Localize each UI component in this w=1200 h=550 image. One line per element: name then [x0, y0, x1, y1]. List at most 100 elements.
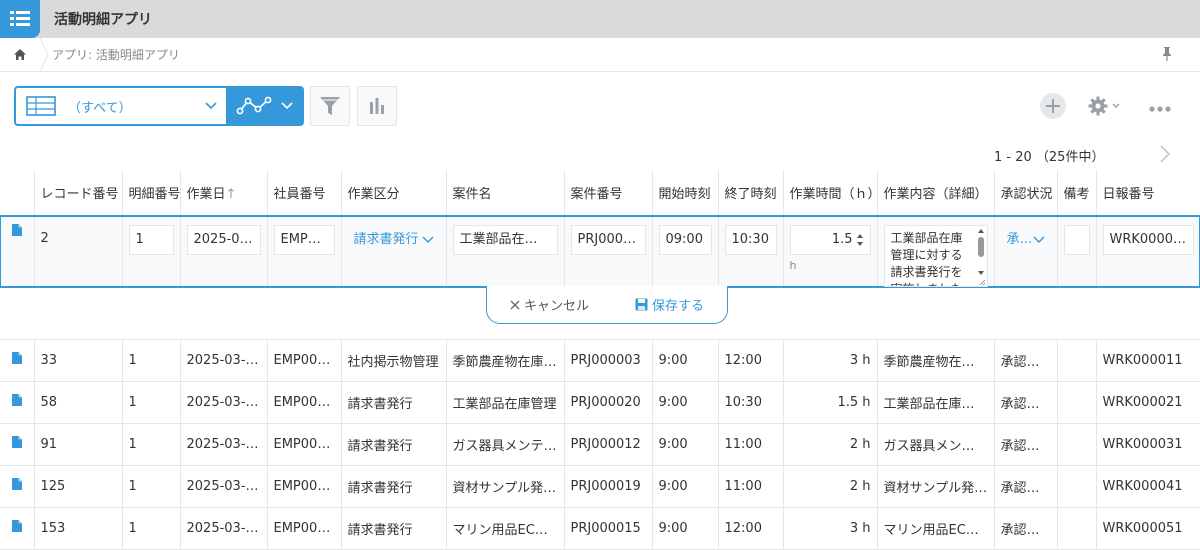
approval-value: 承…: [1006, 231, 1033, 247]
add-record-button[interactable]: [1039, 92, 1067, 124]
column-header-date[interactable]: 作業日↑: [180, 170, 268, 217]
report-number: WRK000051: [1096, 507, 1200, 550]
settings-button[interactable]: [1088, 96, 1124, 120]
record-detail-cell[interactable]: [0, 423, 35, 466]
start-time: 9:00: [652, 423, 719, 466]
breadcrumb-app-link[interactable]: アプリ: 活動明細アプリ: [52, 46, 180, 63]
document-icon: [11, 352, 22, 364]
work-category: 社内掲示物管理: [341, 339, 447, 382]
employee-number: EMP000…: [267, 465, 342, 508]
employee-number: EMP000…: [267, 381, 342, 424]
column-header[interactable]: 作業内容（詳細）: [877, 170, 995, 217]
project-name: ガス器具メンテナ…: [446, 423, 565, 466]
start-time-input[interactable]: 09:00: [658, 224, 712, 255]
filter-icon: [320, 97, 340, 115]
save-label: 保存する: [651, 299, 704, 314]
spinner-icon[interactable]: [856, 233, 864, 247]
record-number: 91: [34, 423, 123, 466]
document-icon: [11, 478, 22, 490]
column-header[interactable]: 承認状況: [994, 170, 1058, 217]
note: [1057, 507, 1097, 550]
more-icon: [1149, 106, 1171, 112]
cancel-button[interactable]: キャンセル: [510, 295, 589, 314]
project-number-input[interactable]: PRJ000020: [570, 224, 646, 255]
project-number-cell: PRJ000020: [564, 216, 653, 288]
record-number: 33: [34, 339, 123, 382]
column-header[interactable]: 社員番号: [267, 170, 342, 217]
graph-button[interactable]: [357, 86, 397, 126]
plus-icon: [1040, 93, 1066, 119]
start-time: 9:00: [652, 465, 719, 508]
category-dropdown[interactable]: 請求書発行: [348, 225, 440, 255]
next-page-icon[interactable]: [1158, 144, 1172, 164]
more-options-button[interactable]: [1148, 102, 1172, 117]
column-header[interactable]: 作業時間（ｈ）: [783, 170, 878, 217]
detail-number: 1: [122, 507, 181, 550]
document-icon: [11, 394, 22, 406]
detail-number: 1: [122, 423, 181, 466]
home-icon[interactable]: [0, 38, 40, 72]
work-date-input[interactable]: 2025-03-03: [186, 224, 261, 255]
column-header[interactable]: 日報番号: [1096, 170, 1200, 217]
report-number-input[interactable]: WRK000001: [1102, 224, 1194, 255]
record-detail-cell[interactable]: [0, 216, 35, 288]
table-row[interactable]: 33 1 2025-03-04 EMP000… 社内掲示物管理 季節農産物在庫管理 PRJ0…: [0, 339, 1200, 382]
save-button[interactable]: 保存する: [635, 295, 704, 314]
table-row[interactable]: 153 1 2025-03-10 EMP000… 請求書発行 マリン用品EC向… PRJ00…: [0, 507, 1200, 550]
work-detail: 資材サンプル発送…: [877, 465, 995, 508]
end-time: 10:30: [718, 381, 784, 424]
project-number: PRJ000003: [564, 339, 653, 382]
work-hours: 3 h: [783, 507, 878, 550]
start-time-cell: 09:00: [652, 216, 719, 288]
employee-number: EMP000…: [267, 507, 342, 550]
chevron-down-icon: [205, 102, 217, 110]
record-number: 125: [34, 465, 123, 508]
graph-selector-button[interactable]: [226, 86, 304, 126]
view-selector[interactable]: （すべて）: [14, 86, 226, 126]
column-header[interactable]: 明細番号: [122, 170, 181, 217]
work-detail-textarea[interactable]: 工業部品在庫管理に対する請求書発行を実施しました: [883, 224, 988, 286]
employee-input[interactable]: EMP00…: [273, 224, 335, 255]
close-icon: [510, 300, 520, 309]
note-input[interactable]: [1063, 224, 1090, 255]
column-header[interactable]: 案件番号: [564, 170, 653, 217]
column-header[interactable]: レコード番号: [34, 170, 123, 217]
work-hours-input[interactable]: 1.5: [789, 224, 871, 255]
chevron-down-icon: [1033, 236, 1044, 243]
table-row[interactable]: 125 1 2025-03-07 EMP000… 請求書発行 資材サンプル発送… PRJ00…: [0, 465, 1200, 508]
work-date: 2025-03-06: [180, 423, 268, 466]
employee-number: EMP000…: [267, 423, 342, 466]
project-input[interactable]: 工業部品在庫管理: [452, 224, 558, 255]
report-number: WRK000041: [1096, 465, 1200, 508]
pagination-count: 1 - 20 （25件中）: [994, 150, 1105, 165]
detail-number: 1: [122, 381, 181, 424]
pin-icon[interactable]: [1160, 46, 1174, 62]
table-row[interactable]: 58 1 2025-03-05 EMP000… 請求書発行 工業部品在庫管理 PRJ0000…: [0, 381, 1200, 424]
record-detail-cell[interactable]: [0, 381, 35, 424]
column-header[interactable]: 開始時刻: [652, 170, 719, 217]
record-detail-cell[interactable]: [0, 507, 35, 550]
breadcrumb: アプリ: 活動明細アプリ: [0, 37, 1200, 72]
column-header[interactable]: 終了時刻: [718, 170, 784, 217]
table-body: 33 1 2025-03-04 EMP000… 社内掲示物管理 季節農産物在庫管理 PRJ0…: [0, 339, 1200, 550]
record-detail-cell[interactable]: [0, 465, 35, 508]
category-cell: 請求書発行: [341, 216, 447, 288]
record-detail-cell[interactable]: [0, 339, 35, 382]
end-time-input[interactable]: 10:30: [724, 224, 777, 255]
work-category: 請求書発行: [341, 423, 447, 466]
column-header[interactable]: 案件名: [446, 170, 565, 217]
detail-number-input[interactable]: 1: [128, 224, 174, 255]
project-cell: 工業部品在庫管理: [446, 216, 565, 288]
work-hours-unit: h: [789, 258, 797, 272]
work-category: 請求書発行: [341, 507, 447, 550]
approval-dropdown[interactable]: 承…: [1001, 225, 1051, 255]
app-list-icon[interactable]: [0, 0, 40, 38]
scrollbar[interactable]: [976, 228, 986, 286]
document-icon: [11, 436, 22, 448]
column-header[interactable]: 作業区分: [341, 170, 447, 217]
chevron-down-icon: [281, 102, 293, 110]
column-header[interactable]: 備考: [1057, 170, 1097, 217]
table-row[interactable]: 91 1 2025-03-06 EMP000… 請求書発行 ガス器具メンテナ… PRJ000…: [0, 423, 1200, 466]
record-number: 153: [34, 507, 123, 550]
filter-button[interactable]: [310, 86, 350, 126]
